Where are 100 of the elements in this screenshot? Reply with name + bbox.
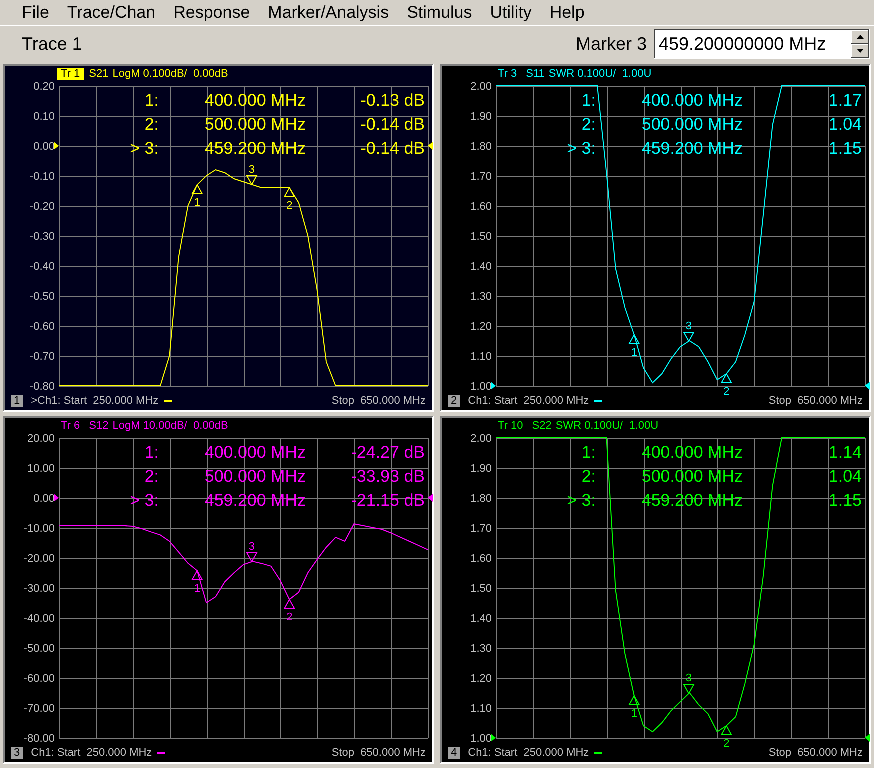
marker-number: 1 — [631, 347, 638, 359]
marker-frequency: 500.000 MHz — [204, 115, 306, 134]
marker-readout-label: 1: — [144, 91, 159, 110]
marker-value: 1.04 — [828, 115, 862, 134]
marker-number: 1 — [631, 708, 638, 720]
y-axis-label: 1.70 — [470, 523, 492, 535]
marker-frequency: 459.200 MHz — [204, 139, 306, 158]
stop-frequency: Stop 650.000 MHz — [332, 395, 426, 407]
trace-format: SWR 0.100U/ 1.00U — [556, 420, 659, 432]
window-number: 3 — [11, 747, 24, 759]
marker-frequency: 500.000 MHz — [642, 467, 743, 486]
marker-value: -0.14 dB — [360, 139, 425, 158]
marker-frequency: 400.000 MHz — [642, 443, 743, 462]
marker-value: -33.93 dB — [351, 467, 425, 486]
marker-readout-label: > 3: — [130, 491, 159, 510]
marker-label: Marker 3 — [576, 34, 647, 54]
y-axis-label: 0.10 — [34, 111, 55, 123]
trace-panel[interactable]: Tr 10 S22 SWR 0.100U/ 1.00U 2.00 1.90 1.80 1.70 1.60 1.50 1.40 1.30 1.20 1.10 1.00 1 2 3 1: 400.000 MHz 1.14 2: 500.000 MHz 1.04 > 3: 459.200 MHz 1.15 4 Ch1: Start 250.000 MHz Stop 650.000 MHz — [440, 416, 871, 764]
marker-triangle-icon — [628, 334, 640, 344]
y-axis-label: -30.00 — [24, 583, 55, 595]
y-axis-label: 10.00 — [27, 463, 55, 475]
marker-number: 3 — [686, 672, 692, 685]
marker-value: 1.17 — [828, 91, 862, 110]
start-frequency: Ch1: Start 250.000 MHz — [468, 747, 590, 759]
marker-readout-label: 1: — [582, 443, 596, 462]
menu-item[interactable]: Response — [166, 2, 260, 22]
marker-value: 1.04 — [828, 467, 862, 486]
y-axis-label: 1.10 — [470, 351, 492, 363]
marker-readout-label: 1: — [144, 443, 159, 462]
y-axis-label: -10.00 — [24, 523, 55, 535]
trace-label: Tr 1 — [57, 68, 84, 80]
marker-value: 1.15 — [828, 491, 862, 510]
marker-number: 2 — [724, 738, 730, 750]
trace-label: Tr 3 — [497, 68, 518, 80]
menu-item[interactable]: Trace/Chan — [59, 2, 166, 22]
spin-down-button[interactable] — [851, 44, 869, 58]
marker-triangle-icon — [246, 552, 258, 563]
marker-value: -0.14 dB — [360, 115, 425, 134]
marker-readout-label: 2: — [582, 467, 596, 486]
marker-number: 2 — [724, 386, 730, 398]
y-axis-label: 1.40 — [470, 261, 492, 273]
marker-number: 1 — [194, 582, 200, 595]
marker-frequency: 459.200 MHz — [642, 139, 743, 158]
marker-triangle-icon — [284, 598, 296, 610]
menu-item[interactable]: File — [14, 2, 60, 22]
y-axis-label: 1.50 — [470, 231, 492, 243]
marker-number: 3 — [248, 164, 256, 176]
marker-value: 1.15 — [828, 139, 862, 158]
y-axis-label: -20.00 — [24, 553, 55, 565]
marker-frequency: 400.000 MHz — [642, 91, 743, 110]
stop-frequency: Stop 650.000 MHz — [768, 747, 863, 759]
menu-item[interactable]: Stimulus — [399, 2, 482, 22]
start-frequency: Ch1: Start 250.000 MHz — [468, 395, 590, 407]
trace-panel[interactable] — [3, 416, 434, 764]
marker-number: 3 — [248, 540, 256, 553]
trace-format: LogM 0.100dB/ 0.00dB — [112, 68, 228, 80]
window-number: 1 — [11, 395, 24, 407]
trace-format: SWR 0.100U/ 1.00U — [548, 68, 652, 80]
menu-item[interactable]: Marker/Analysis — [260, 2, 400, 22]
active-trace-label: Trace 1 — [22, 34, 84, 54]
reference-level-icon — [491, 734, 496, 742]
y-axis-label: -60.00 — [24, 673, 55, 685]
spin-up-button[interactable] — [851, 30, 869, 44]
marker-value: 1.14 — [828, 443, 862, 462]
y-axis-label: 1.60 — [470, 201, 492, 213]
trace-panel[interactable]: Tr 3 S11 SWR 0.100U/ 1.00U 2.00 1.90 1.80 1.70 1.60 1.50 1.40 1.30 1.20 1.10 1.00 1 2 3 1: 400.000 MHz 1.17 2: 500.000 MHz 1.04 > 3: 459.200 MHz 1.15 2 Ch1: Start 250.000 MHz Stop 650.000 MHz — [440, 64, 871, 412]
trace-label: Tr 6 — [60, 420, 82, 432]
y-axis-label: 1.80 — [470, 141, 492, 153]
reference-level-icon — [428, 494, 433, 502]
trace-panel[interactable] — [3, 64, 434, 412]
marker-number: 2 — [286, 612, 293, 624]
menu-item[interactable]: Help — [542, 2, 595, 22]
marker-triangle-icon — [284, 186, 296, 198]
marker-value: -24.27 dB — [351, 443, 425, 462]
stop-frequency: Stop 650.000 MHz — [332, 747, 426, 759]
y-axis-label: 0.00 — [34, 493, 55, 505]
reference-level-icon — [54, 494, 59, 502]
marker-frequency: 400.000 MHz — [204, 91, 306, 110]
y-axis-label: 2.00 — [470, 433, 492, 445]
menu-item[interactable]: Utility — [482, 2, 542, 22]
trace-label: Tr 10 — [497, 420, 524, 432]
y-axis-label: 1.90 — [470, 111, 492, 123]
marker-readout-label: 2: — [144, 467, 159, 486]
marker-number: 2 — [286, 200, 293, 212]
y-axis-label: -0.60 — [30, 321, 55, 333]
y-axis-label: -50.00 — [24, 643, 55, 655]
y-axis-label: 2.00 — [470, 81, 492, 93]
y-axis-label: 1.70 — [470, 171, 492, 183]
marker-frequency-field[interactable]: 459.200000000 MHz — [654, 29, 870, 59]
y-axis-label: 1.00 — [470, 381, 492, 393]
start-frequency: >Ch1: Start 250.000 MHz — [31, 395, 159, 407]
reference-level-icon — [865, 734, 870, 742]
y-axis-label: -0.50 — [30, 291, 55, 303]
marker-readout-label: 2: — [582, 115, 596, 134]
y-axis-label: 1.00 — [470, 733, 492, 745]
reference-level-icon — [428, 142, 433, 150]
start-frequency: Ch1: Start 250.000 MHz — [31, 747, 152, 759]
parameter-name: S22 — [532, 420, 552, 432]
y-axis-label: 1.10 — [470, 703, 492, 715]
marker-triangle-icon — [683, 684, 695, 695]
